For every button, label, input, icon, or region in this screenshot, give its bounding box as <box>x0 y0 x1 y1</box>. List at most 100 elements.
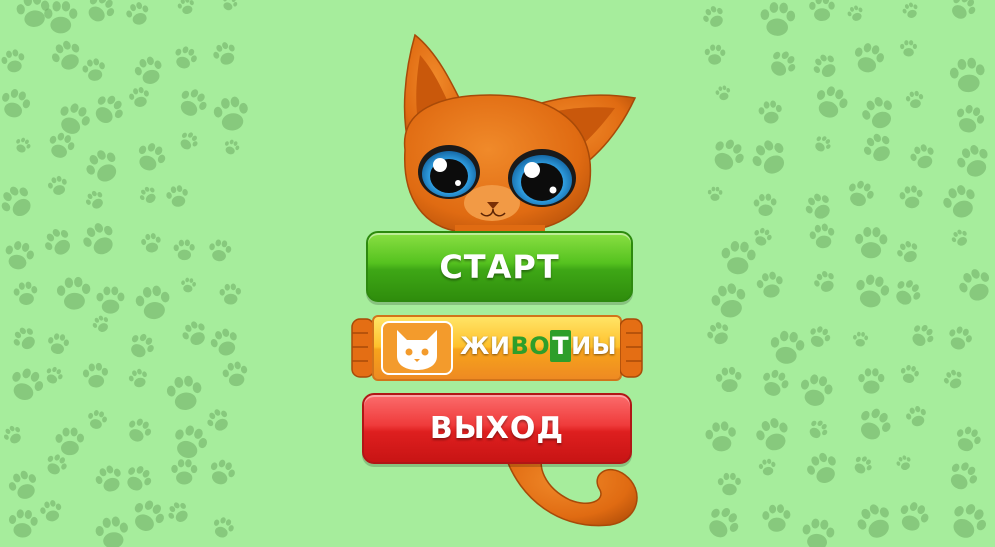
paw-print-icon <box>1 49 25 73</box>
paw-print-icon <box>949 57 985 92</box>
animals-promo-banner[interactable]: ЖИВОТИЫ <box>348 313 646 383</box>
paw-print-icon <box>181 277 197 293</box>
paw-print-icon <box>863 133 890 161</box>
paw-print-icon <box>129 418 152 442</box>
paw-print-icon <box>910 144 934 169</box>
paw-print-icon <box>140 187 156 204</box>
paw-print-icon <box>802 518 835 547</box>
paw-print-icon <box>171 458 198 485</box>
paw-print-icon <box>130 334 154 358</box>
paw-print-icon <box>815 136 831 152</box>
paw-print-icon <box>213 96 248 131</box>
paw-print-icon <box>771 51 796 76</box>
paw-print-icon <box>126 2 149 25</box>
paw-print-icon <box>213 516 234 538</box>
paw-print-icon <box>809 0 836 21</box>
paw-print-icon <box>48 333 70 354</box>
paw-print-icon <box>852 331 868 347</box>
paw-print-icon <box>86 150 117 183</box>
paw-print-icon <box>809 420 827 438</box>
paw-print-icon <box>82 363 108 388</box>
paw-print-icon <box>717 472 742 495</box>
paw-print-icon <box>809 223 834 248</box>
paw-print-icon <box>759 458 776 476</box>
paw-print-icon <box>951 229 968 246</box>
paw-print-icon <box>129 368 148 388</box>
paw-print-icon <box>16 137 31 153</box>
paw-print-icon <box>901 364 920 383</box>
paw-print-icon <box>854 456 872 474</box>
paw-print-icon <box>860 408 891 440</box>
start-button-label: СТАРТ <box>439 247 560 286</box>
promo-letter: Ж <box>460 332 490 360</box>
paw-print-icon <box>166 375 202 410</box>
paw-print-icon <box>175 46 197 69</box>
paw-print-icon <box>40 499 62 522</box>
paw-print-icon <box>210 459 235 485</box>
paw-print-icon <box>213 42 236 65</box>
paw-print-icon <box>174 239 196 261</box>
paw-print-icon <box>14 281 38 305</box>
paw-print-icon <box>959 269 990 301</box>
paw-print-icon <box>222 361 247 387</box>
paw-print-icon <box>906 91 924 109</box>
promo-letter: Ы <box>591 332 618 360</box>
game-menu-screen: СТАРТ ЖИВОТИЫ ВЫХОД <box>0 0 995 547</box>
paw-print-icon <box>814 271 834 293</box>
paw-print-icon <box>223 0 238 11</box>
paw-print-icon <box>900 40 917 57</box>
paw-print-icon <box>128 87 149 108</box>
paw-print-icon <box>12 368 43 400</box>
cat-paw-left-icon <box>351 318 374 378</box>
promo-letter: О <box>529 332 551 360</box>
paw-print-icon <box>715 85 731 100</box>
cat-left-eye <box>418 145 480 199</box>
paw-pattern-right <box>703 0 995 547</box>
paw-print-icon <box>47 176 67 196</box>
promo-letter: И <box>489 332 511 360</box>
paw-print-icon <box>754 193 777 216</box>
paw-print-icon <box>762 504 791 532</box>
paw-print-icon <box>177 0 194 15</box>
paw-print-icon <box>138 143 165 171</box>
paw-print-icon <box>83 223 113 255</box>
paw-print-icon <box>760 2 796 37</box>
paw-print-icon <box>855 226 888 259</box>
paw-print-icon <box>1 186 31 216</box>
paw-print-icon <box>849 181 874 207</box>
paw-print-icon <box>952 504 986 539</box>
paw-print-icon <box>703 6 724 28</box>
paw-print-icon <box>704 44 726 65</box>
paw-print-icon <box>807 453 837 484</box>
paw-print-icon <box>87 409 107 429</box>
paw-print-icon <box>219 283 241 305</box>
paw-print-icon <box>951 0 975 19</box>
paw-print-icon <box>13 328 35 350</box>
paw-print-icon <box>208 239 231 262</box>
paw-print-icon <box>854 43 884 73</box>
paw-print-icon <box>4 425 21 444</box>
paw-print-icon <box>44 229 70 255</box>
paw-pattern-left <box>0 0 260 547</box>
paw-print-icon <box>2 89 31 118</box>
paw-print-icon <box>912 325 934 347</box>
exit-button-label: ВЫХОД <box>429 411 565 446</box>
paw-print-icon <box>758 100 782 124</box>
start-button[interactable]: СТАРТ <box>366 231 633 302</box>
paw-print-icon <box>180 132 198 150</box>
paw-print-icon <box>756 271 783 298</box>
paw-print-icon <box>896 455 911 471</box>
paw-print-icon <box>956 426 981 451</box>
paw-print-icon <box>902 2 918 19</box>
exit-button[interactable]: ВЫХОД <box>362 393 632 464</box>
promo-letter: Т <box>550 330 572 362</box>
paw-print-icon <box>848 5 863 21</box>
cat-right-eye <box>508 149 576 207</box>
paw-print-icon <box>708 186 723 201</box>
paw-print-icon <box>135 285 169 319</box>
paw-print-icon <box>224 139 240 155</box>
paw-print-icon <box>705 421 737 452</box>
promo-letter: И <box>571 332 592 360</box>
paw-print-icon <box>168 502 188 522</box>
paw-print-icon <box>8 508 38 538</box>
